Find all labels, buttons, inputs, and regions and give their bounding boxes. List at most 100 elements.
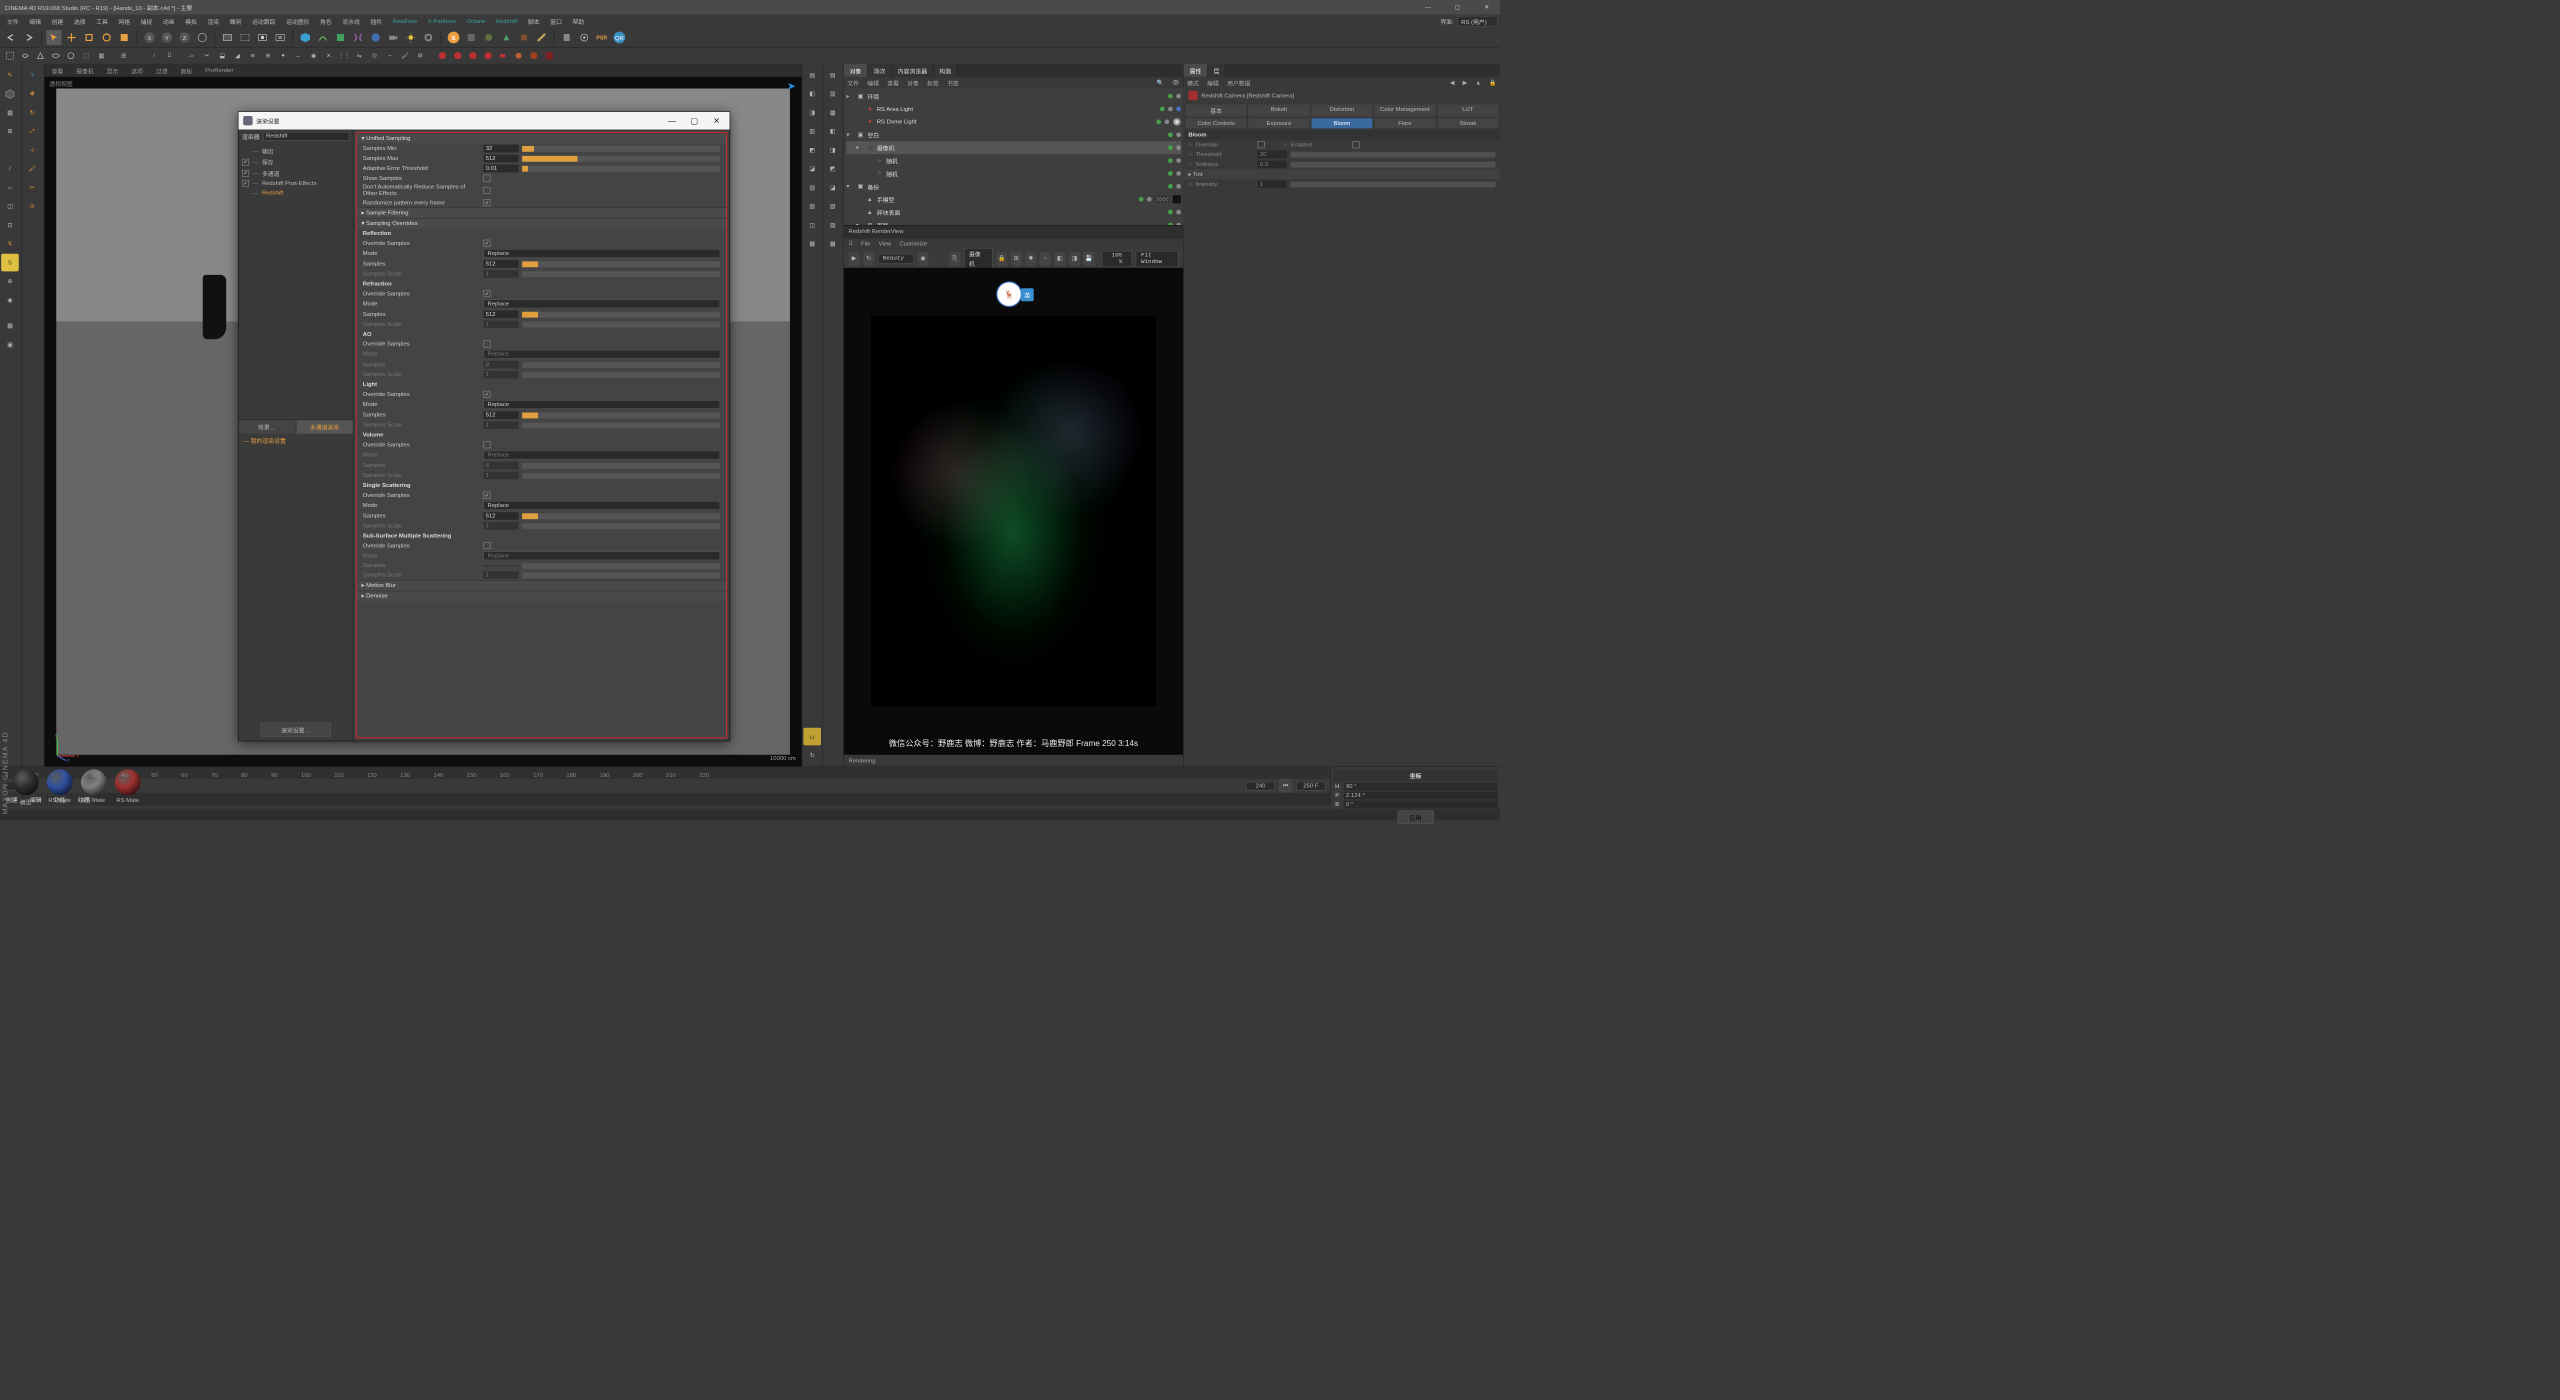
param-slider[interactable] [522,513,720,519]
om-menu-obj[interactable]: 对象 [907,78,919,87]
attr-threshold-slider[interactable] [1290,151,1495,157]
menu-window[interactable]: 窗口 [546,16,567,27]
deformer-icon[interactable] [350,30,365,45]
param-slider[interactable] [522,412,720,418]
move-tool-icon[interactable] [64,30,79,45]
create-poly-icon[interactable]: ▱ [185,49,198,62]
floating-deer-badge[interactable]: 🦌 [996,281,1022,307]
param-slider[interactable] [522,166,720,172]
param-value[interactable]: 512 [483,512,518,520]
attr-tab-bloom[interactable]: Bloom [1311,118,1373,129]
param-checkbox[interactable]: ✓ [483,391,490,398]
attr-intensity-value[interactable]: 1 [1258,180,1287,188]
attr-tab-lut[interactable]: LUT [1437,104,1499,117]
rv-refresh-button[interactable]: ↻ [863,252,874,266]
menu-plugins[interactable]: 插件 [366,16,387,27]
window-min-button[interactable]: ― [1419,4,1437,10]
psr-icon[interactable]: PSR [594,30,609,45]
misc-tool-icon[interactable]: ⚙ [414,49,427,62]
coord-b-field[interactable]: 0 ° [1344,800,1498,808]
vp-menu-view[interactable]: 查看 [48,66,67,75]
param-dropdown[interactable]: Replace [483,501,720,510]
rd2-icon-3[interactable]: ▦ [824,104,842,122]
render-settings-footer-button[interactable]: 渲染设置… [260,723,330,738]
attr-tab-color-management[interactable]: Color Management [1374,104,1436,117]
rd-icon-2[interactable]: ◧ [803,85,821,103]
cube-prim-icon[interactable] [298,30,313,45]
menu-snap[interactable]: 捕捉 [136,16,157,27]
material-item[interactable]: 模型 [12,769,40,806]
axis-x-icon[interactable]: X [142,30,157,45]
rv-snapshot-icon[interactable]: ⎘ [949,252,960,266]
rd-icon-6[interactable]: ◪ [803,160,821,178]
material-item[interactable]: RS Mate [46,769,74,806]
dlg-multipass-button[interactable]: 多通道渲染 [296,420,353,433]
attr-tab-layers[interactable]: 层 [1208,64,1226,77]
tl-end-field[interactable]: 250 F [1296,781,1325,790]
om-tab-struct[interactable]: 构造 [933,64,957,77]
menu-script[interactable]: 脚本 [523,16,544,27]
attr-tab-flare[interactable]: Flare [1374,118,1436,129]
vis-render-dot[interactable] [1176,171,1181,176]
om-menu-tags[interactable]: 标签 [927,78,939,87]
vp-menu-panel[interactable]: 面板 [177,66,196,75]
attr-tab-bokeh[interactable]: Bokeh [1248,104,1310,117]
rv-aov-dropdown[interactable]: Beauty [878,254,914,264]
vis-render-dot[interactable] [1176,184,1181,189]
magnet-icon[interactable]: ⊙ [23,197,41,215]
render-view-icon[interactable] [220,30,235,45]
attr-threshold-value[interactable]: 20 [1258,151,1287,159]
renderview-image[interactable]: 微信公众号：野鹿志 微博：野鹿志 作者：马鹿野郎 Frame 250 3:14s [844,268,1183,755]
array-icon[interactable]: ⋮⋮ [338,49,351,62]
bridge-icon[interactable]: ≋ [246,49,259,62]
attr-tab-distortion[interactable]: Distortion [1311,104,1373,117]
param-dropdown[interactable]: Replace [483,400,720,409]
menu-edit[interactable]: 编辑 [25,16,46,27]
model-mode-icon[interactable] [1,85,19,103]
param-value[interactable]: 0.01 [483,165,518,173]
sel-rect-icon[interactable] [4,49,17,62]
om-tab-takes[interactable]: 场次 [868,64,892,77]
vis-editor-dot[interactable] [1168,184,1173,189]
misc-icon-4[interactable] [516,30,531,45]
om-search-icon[interactable]: 🔍 [1157,79,1164,85]
render-tree-checkbox[interactable]: ✓ [242,170,249,177]
section-header[interactable]: Sampling Overrides [357,218,726,229]
vis-editor-dot[interactable] [1168,132,1173,137]
recent-tool-icon[interactable] [117,30,132,45]
vis-render-dot[interactable] [1176,210,1181,215]
param-value[interactable]: 512 [483,311,518,319]
coords-apply-button[interactable]: 应用 [1397,810,1433,823]
render-tree-item[interactable]: —输出 [240,145,352,156]
expand-icon[interactable]: ▾ [846,132,853,138]
redo-icon[interactable] [21,30,36,45]
param-slider[interactable] [522,146,720,152]
attr-menu-edit[interactable]: 编辑 [1207,78,1219,87]
om-row[interactable]: ▾▣空白 [846,128,1181,141]
rd-icon-5[interactable]: ◩ [803,141,821,159]
param-checkbox[interactable]: ✓ [483,199,490,206]
rv-menu-customize[interactable]: Customize [899,241,927,247]
vis-render-dot[interactable] [1176,94,1181,99]
vis-render-dot[interactable] [1164,120,1169,125]
attr-intensity-slider[interactable] [1290,181,1495,187]
undo-icon[interactable] [4,30,19,45]
soft-sel-icon[interactable]: ◉ [1,291,19,309]
menu-help[interactable]: 帮助 [568,16,589,27]
sel-poly-icon[interactable] [34,49,47,62]
scale-icon[interactable]: ⤢ [23,122,41,140]
grid-tex-icon[interactable]: ▩ [1,317,19,335]
om-row[interactable]: ▾🎥摄像机 [846,141,1181,154]
dlg-effects-button[interactable]: 效果… [239,420,296,433]
rd2-icon-4[interactable]: ◧ [824,122,842,140]
param-checkbox[interactable] [483,441,490,448]
vis-render-dot[interactable] [1168,107,1173,112]
poly-mode-icon[interactable]: ▱ [1,179,19,197]
tag-sphere[interactable] [1173,118,1181,126]
menu-xparticles[interactable]: X-Particles [423,17,461,26]
section-header[interactable]: Denoise [357,591,726,602]
brush-icon[interactable]: 🖌 [23,160,41,178]
param-checkbox[interactable]: ✓ [483,240,490,247]
timeline-ruler[interactable]: 0102030405060708090100110120130140150160… [0,767,1330,779]
my-render-settings[interactable]: — 我的渲染设置 [239,434,353,447]
